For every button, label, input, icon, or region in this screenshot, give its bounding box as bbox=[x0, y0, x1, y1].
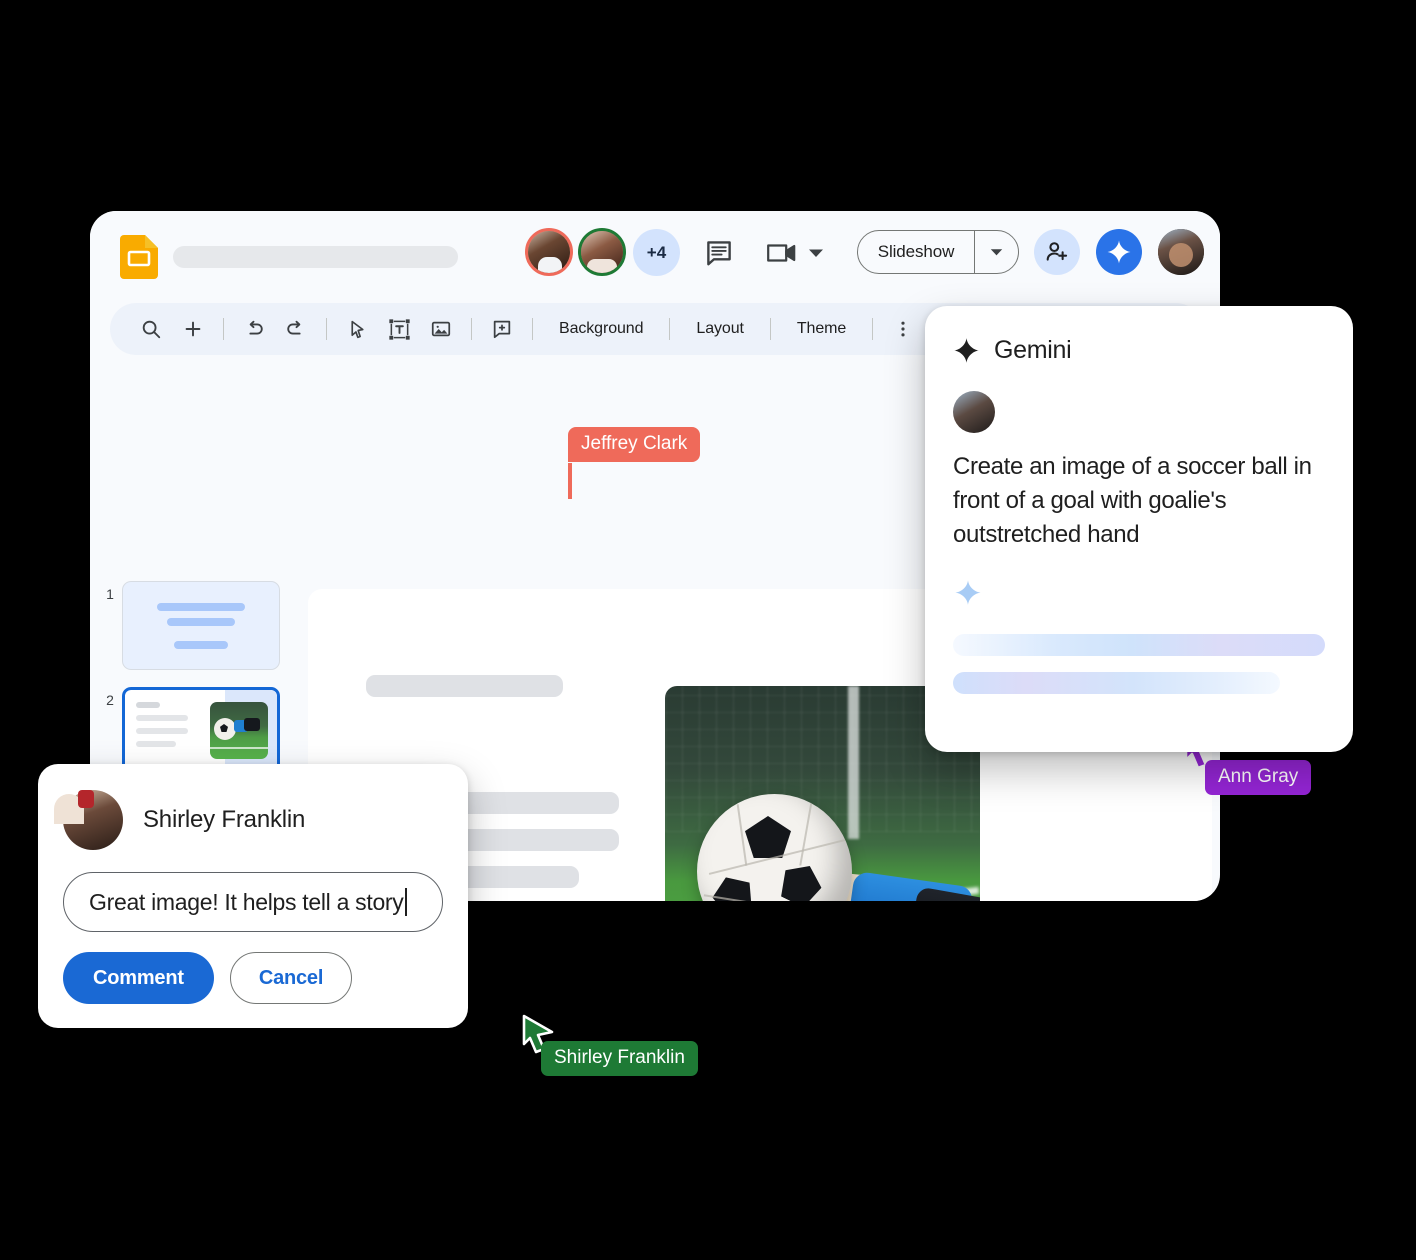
gemini-sparkle-icon bbox=[1107, 240, 1131, 264]
thumb-soccer-image bbox=[210, 702, 268, 759]
select-cursor-icon[interactable] bbox=[336, 308, 378, 350]
avatar bbox=[54, 790, 123, 850]
toolbar-divider bbox=[669, 318, 671, 340]
avatar[interactable] bbox=[578, 228, 626, 276]
chevron-down-icon bbox=[990, 248, 1003, 255]
comment-author-name: Shirley Franklin bbox=[143, 806, 306, 833]
comment-dialog-actions: Comment Cancel bbox=[63, 952, 443, 1004]
slide-thumbnail-1[interactable] bbox=[122, 581, 280, 670]
cancel-comment-button[interactable]: Cancel bbox=[229, 952, 353, 1004]
theme-button[interactable]: Theme bbox=[780, 320, 863, 338]
slideshow-label: Slideshow bbox=[877, 242, 955, 261]
list-item[interactable]: 1 bbox=[90, 581, 308, 670]
search-icon[interactable] bbox=[130, 308, 172, 350]
comment-author-row: Shirley Franklin bbox=[54, 790, 443, 850]
cursor-label-ann-gray: Ann Gray bbox=[1205, 760, 1312, 795]
screenshot-stage: Background Layout Theme 1 2 Jeffrey Clar… bbox=[0, 0, 1416, 1260]
gemini-loading-bar bbox=[953, 634, 1325, 656]
toolbar-divider bbox=[471, 318, 472, 340]
text-caret bbox=[404, 888, 407, 916]
gemini-prompt-text: Create an image of a soccer ball in fron… bbox=[953, 453, 1312, 549]
sparkle-icon bbox=[953, 578, 1325, 613]
avatar[interactable] bbox=[525, 228, 573, 276]
gemini-header: Gemini bbox=[953, 336, 1325, 365]
gemini-panel: Gemini Create an image of a soccer ball … bbox=[925, 306, 1353, 752]
document-title-field[interactable] bbox=[173, 246, 458, 268]
insert-image-icon[interactable] bbox=[420, 308, 462, 350]
toolbar-divider bbox=[872, 318, 874, 340]
submit-comment-button[interactable]: Comment bbox=[63, 952, 214, 1004]
list-item[interactable]: 2 bbox=[90, 687, 308, 776]
toolbar-divider bbox=[532, 318, 533, 340]
comment-input-value: Great image! It helps tell a story bbox=[89, 888, 404, 915]
cursor-label-shirley-franklin: Shirley Franklin bbox=[541, 1041, 698, 1076]
more-options-icon[interactable] bbox=[882, 308, 924, 350]
slide-thumbnail-2[interactable] bbox=[122, 687, 280, 776]
slide-title-placeholder[interactable] bbox=[366, 675, 563, 697]
insert-comment-icon[interactable] bbox=[481, 308, 523, 350]
slides-logo-icon bbox=[120, 235, 158, 279]
slideshow-button[interactable]: Slideshow bbox=[857, 230, 1019, 274]
cursor-label-jeffrey-clark: Jeffrey Clark bbox=[568, 427, 701, 462]
layout-button[interactable]: Layout bbox=[679, 320, 760, 338]
toolbar-divider bbox=[769, 318, 771, 340]
gemini-title: Gemini bbox=[994, 336, 1072, 364]
background-button[interactable]: Background bbox=[542, 320, 660, 338]
toolbar-divider bbox=[326, 318, 327, 340]
avatar bbox=[953, 391, 995, 433]
video-camera-icon[interactable] bbox=[766, 238, 800, 268]
collaborator-overflow-count[interactable]: +4 bbox=[633, 229, 680, 276]
thumb-text-lines bbox=[136, 702, 188, 754]
slideshow-dropdown-toggle[interactable] bbox=[974, 231, 1018, 273]
slide-number: 1 bbox=[106, 586, 114, 602]
slide-number: 2 bbox=[106, 692, 114, 708]
user-avatar[interactable] bbox=[1158, 229, 1204, 275]
redo-icon[interactable] bbox=[275, 308, 317, 350]
jeffrey-text-caret bbox=[568, 463, 572, 499]
comment-icon[interactable] bbox=[703, 237, 735, 269]
share-button[interactable] bbox=[1034, 229, 1080, 275]
toolbar-divider bbox=[223, 318, 224, 340]
gemini-button[interactable] bbox=[1096, 229, 1142, 275]
goal-post bbox=[847, 686, 859, 839]
comment-dialog: Shirley Franklin Great image! It helps t… bbox=[38, 764, 468, 1028]
undo-icon[interactable] bbox=[233, 308, 275, 350]
gemini-sparkle-icon bbox=[954, 338, 979, 363]
gemini-loading-bar bbox=[953, 672, 1280, 694]
chevron-down-icon[interactable] bbox=[808, 246, 824, 260]
text-box-icon[interactable] bbox=[378, 308, 420, 350]
comment-input[interactable]: Great image! It helps tell a story bbox=[63, 872, 443, 932]
add-slide-icon[interactable] bbox=[172, 308, 214, 350]
